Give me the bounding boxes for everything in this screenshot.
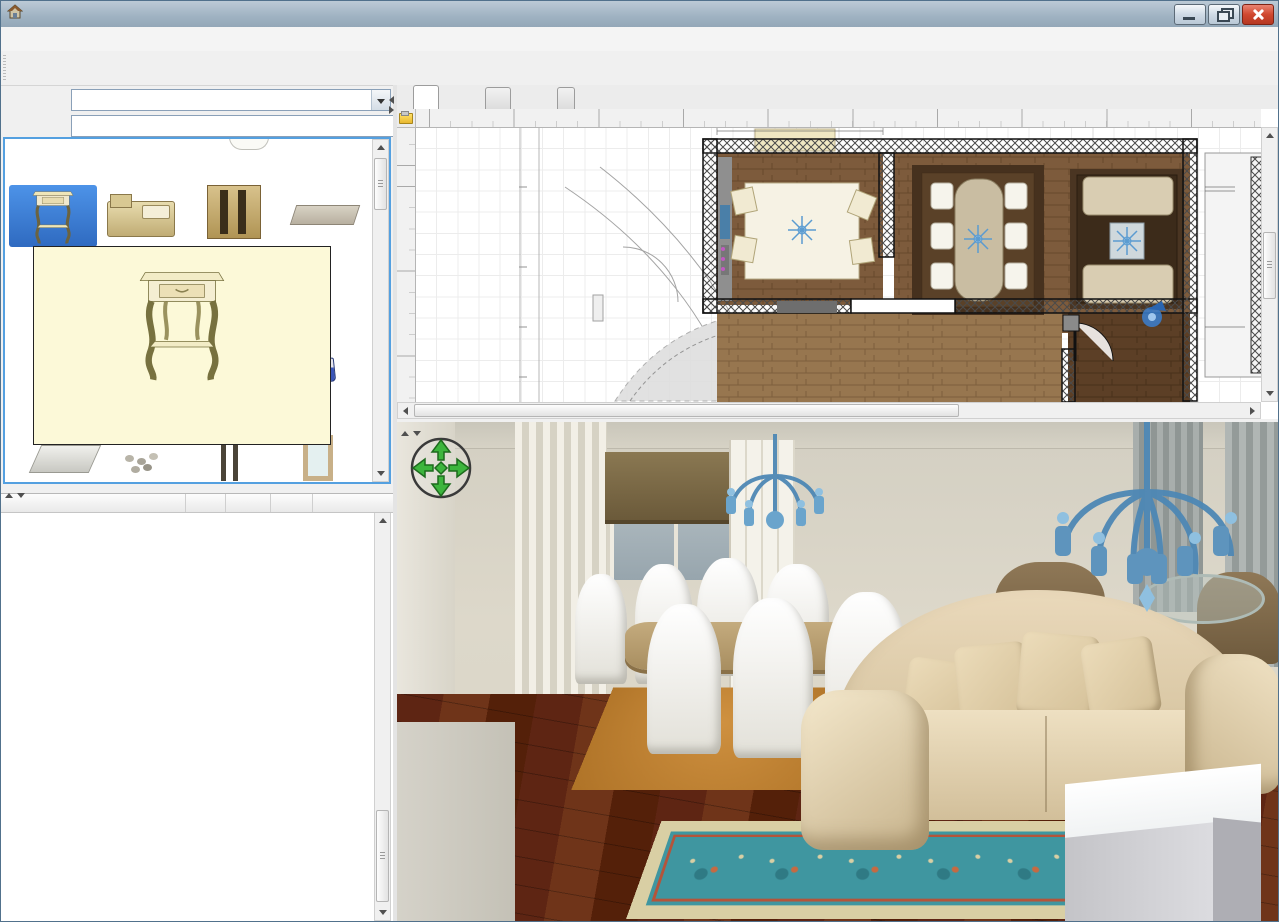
catalog-tooltip — [33, 246, 331, 445]
menu-bar — [1, 27, 1278, 52]
sofa-arm-3d — [801, 690, 929, 850]
chandelier-3d — [997, 422, 1278, 702]
column-header-visible[interactable] — [313, 494, 368, 512]
plan-vscrollbar-thumb[interactable] — [1263, 232, 1276, 300]
furniture-list-header[interactable] — [1, 494, 393, 513]
plan-vertical-ruler — [397, 127, 416, 402]
minimize-button[interactable] — [1174, 4, 1206, 25]
close-button[interactable] — [1242, 4, 1274, 25]
wall-base-3d — [397, 722, 515, 921]
catalog-item-thumb[interactable] — [29, 445, 101, 473]
toolbar-grip[interactable] — [3, 55, 6, 81]
plan-view[interactable] — [397, 109, 1278, 419]
dining-chair-3d — [575, 574, 627, 684]
catalog-scrollbar-thumb[interactable] — [374, 158, 387, 210]
navigation-compass[interactable] — [409, 436, 473, 500]
ottoman-front-3d — [1065, 822, 1215, 921]
catalog-item-thumb[interactable] — [217, 439, 243, 481]
plan-horizontal-ruler — [415, 109, 1261, 128]
category-select[interactable] — [71, 89, 391, 111]
catalog-item-thumb[interactable] — [207, 185, 261, 239]
catalog-item-thumb[interactable] — [123, 451, 163, 471]
search-input[interactable] — [71, 115, 399, 137]
catalog-item-thumb[interactable] — [229, 137, 269, 150]
add-level-tab[interactable] — [557, 87, 575, 110]
column-header-width[interactable] — [186, 494, 226, 512]
catalog-scrollbar[interactable] — [372, 139, 389, 482]
plan-hscrollbar-thumb[interactable] — [414, 404, 959, 417]
furniture-catalog[interactable] — [3, 137, 391, 484]
splitter-collapse-up-icon[interactable] — [401, 423, 409, 441]
toolbar — [1, 51, 1278, 86]
title-bar[interactable] — [1, 1, 1278, 28]
plan-vertical-scrollbar[interactable] — [1261, 127, 1278, 402]
nightstand-thumb — [26, 187, 80, 245]
level-tabs — [397, 85, 1278, 110]
furniture-list-scrollbar-thumb[interactable] — [376, 810, 389, 902]
view-3d[interactable] — [397, 422, 1278, 921]
chandelier-3d — [685, 434, 865, 584]
splitter-collapse-down-icon[interactable] — [413, 423, 421, 441]
tooltip-furniture-image — [134, 263, 230, 383]
furniture-list — [1, 493, 393, 921]
tab-level-0[interactable] — [413, 85, 439, 110]
splitter-collapse-right-icon[interactable] — [389, 101, 394, 119]
plan-lock-icon[interactable] — [397, 109, 416, 128]
tab-level-1[interactable] — [485, 87, 511, 110]
catalog-selected-item[interactable] — [9, 185, 97, 247]
catalog-item-thumb[interactable] — [290, 205, 360, 225]
column-header-depth[interactable] — [226, 494, 271, 512]
plan-canvas[interactable] — [415, 127, 1261, 402]
dining-chair-3d — [647, 604, 721, 754]
splitter-collapse-down-icon[interactable] — [17, 485, 25, 503]
combo-arrow-icon[interactable] — [371, 90, 390, 110]
application-window — [0, 0, 1279, 922]
plan-horizontal-scrollbar[interactable] — [397, 402, 1261, 419]
plan-drawing — [415, 127, 1263, 402]
splitter-collapse-up-icon[interactable] — [5, 485, 13, 503]
ottoman-side-3d — [1213, 817, 1261, 921]
restore-button[interactable] — [1208, 4, 1240, 25]
app-icon — [7, 4, 23, 25]
catalog-item-thumb[interactable] — [107, 201, 175, 237]
column-header-height[interactable] — [271, 494, 313, 512]
furniture-list-scrollbar[interactable] — [374, 512, 391, 921]
column-header-name[interactable] — [1, 494, 186, 512]
